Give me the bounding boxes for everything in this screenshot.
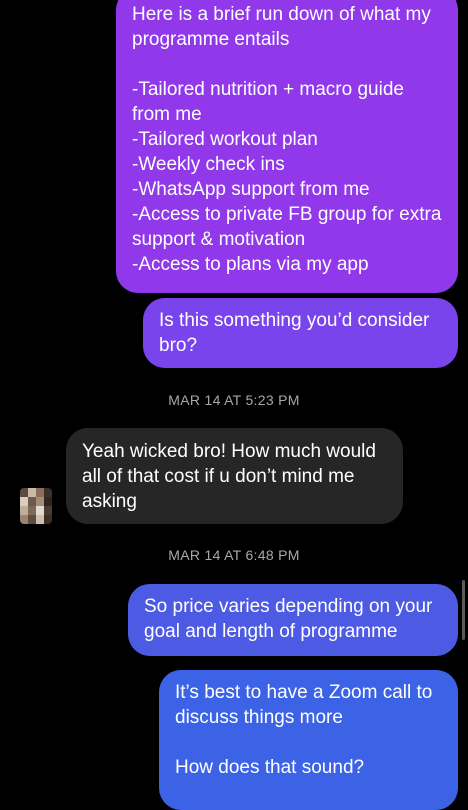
avatar-pixel	[36, 506, 44, 515]
outgoing-message-programme-details[interactable]: Here is a brief run down of what my prog…	[116, 0, 458, 293]
avatar-pixel	[36, 488, 44, 497]
outgoing-message-zoom-call[interactable]: It’s best to have a Zoom call to discuss…	[159, 670, 458, 810]
scrollbar-thumb[interactable]	[462, 580, 465, 640]
incoming-message-cost-question[interactable]: Yeah wicked bro! How much would all of t…	[66, 428, 403, 524]
avatar-pixel	[44, 488, 52, 497]
avatar-pixel	[36, 497, 44, 506]
avatar-pixel	[44, 497, 52, 506]
contact-avatar[interactable]	[20, 488, 52, 524]
avatar-pixel	[44, 515, 52, 524]
avatar-pixel	[28, 506, 36, 515]
avatar-pixel	[20, 488, 28, 497]
outgoing-message-consider-question[interactable]: Is this something you’d consider bro?	[143, 298, 458, 368]
avatar-pixel	[20, 515, 28, 524]
avatar-pixel	[20, 497, 28, 506]
avatar-pixel	[28, 488, 36, 497]
avatar-pixel	[44, 506, 52, 515]
avatar-pixel	[36, 515, 44, 524]
message-timestamp: MAR 14 AT 5:23 PM	[168, 392, 300, 408]
avatar-pixel	[28, 497, 36, 506]
message-timestamp: MAR 14 AT 6:48 PM	[168, 547, 300, 563]
outgoing-message-price-varies[interactable]: So price varies depending on your goal a…	[128, 584, 458, 656]
avatar-pixel	[20, 506, 28, 515]
avatar-pixel	[28, 515, 36, 524]
